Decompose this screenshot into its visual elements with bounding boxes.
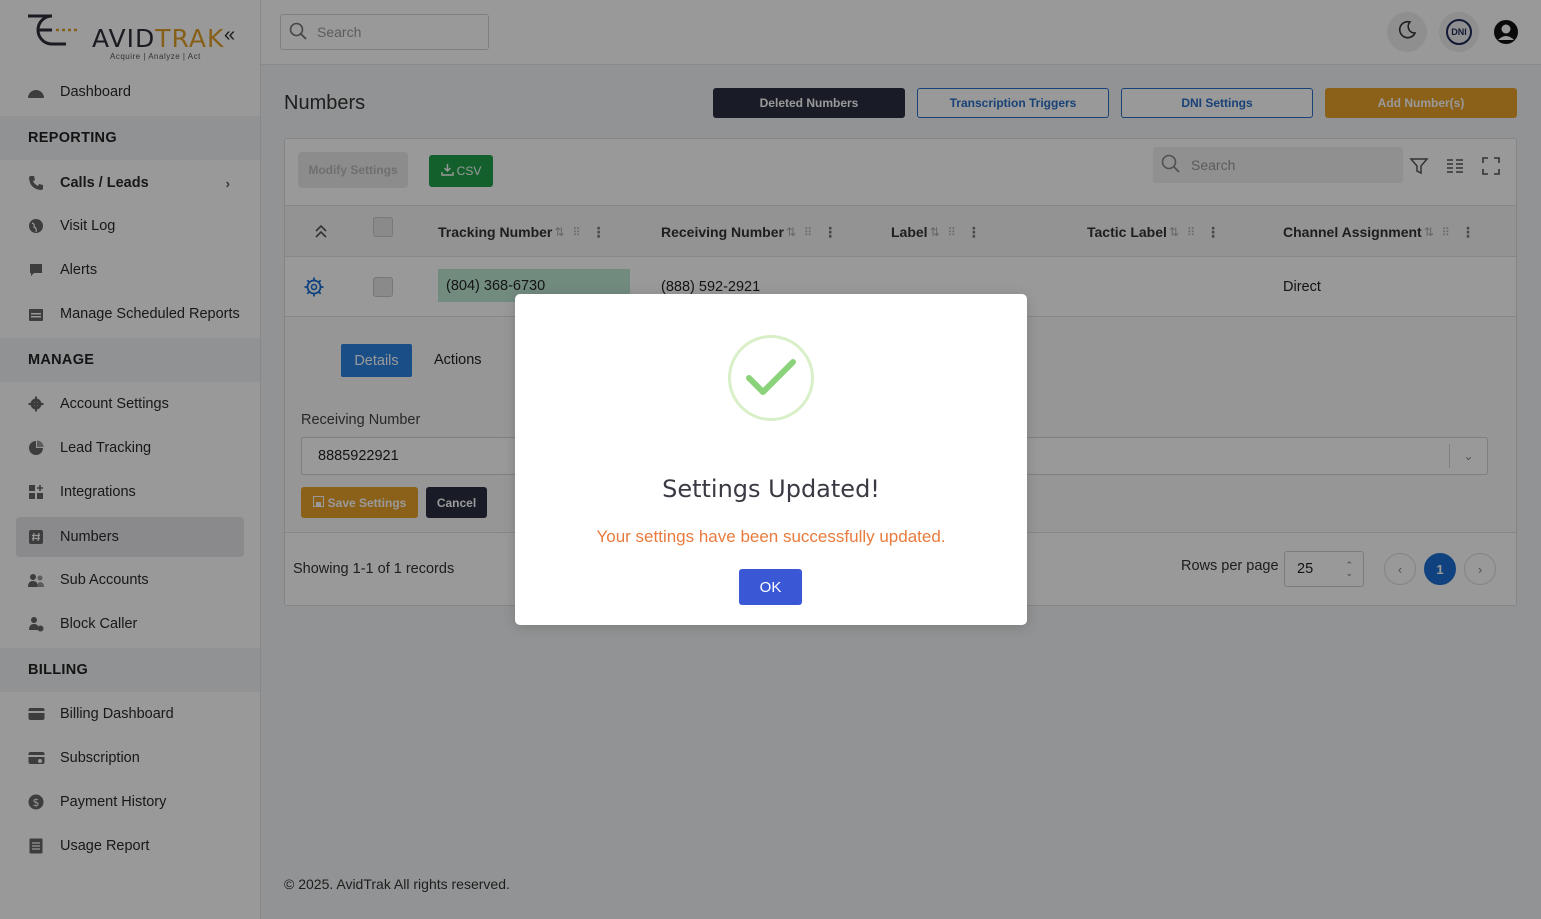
dialog-title: Settings Updated!: [662, 475, 880, 503]
success-dialog: Settings Updated! Your settings have bee…: [515, 294, 1027, 625]
success-checkmark-icon: [728, 335, 814, 421]
ok-button[interactable]: OK: [739, 569, 802, 605]
dialog-message: Your settings have been successfully upd…: [596, 527, 946, 546]
